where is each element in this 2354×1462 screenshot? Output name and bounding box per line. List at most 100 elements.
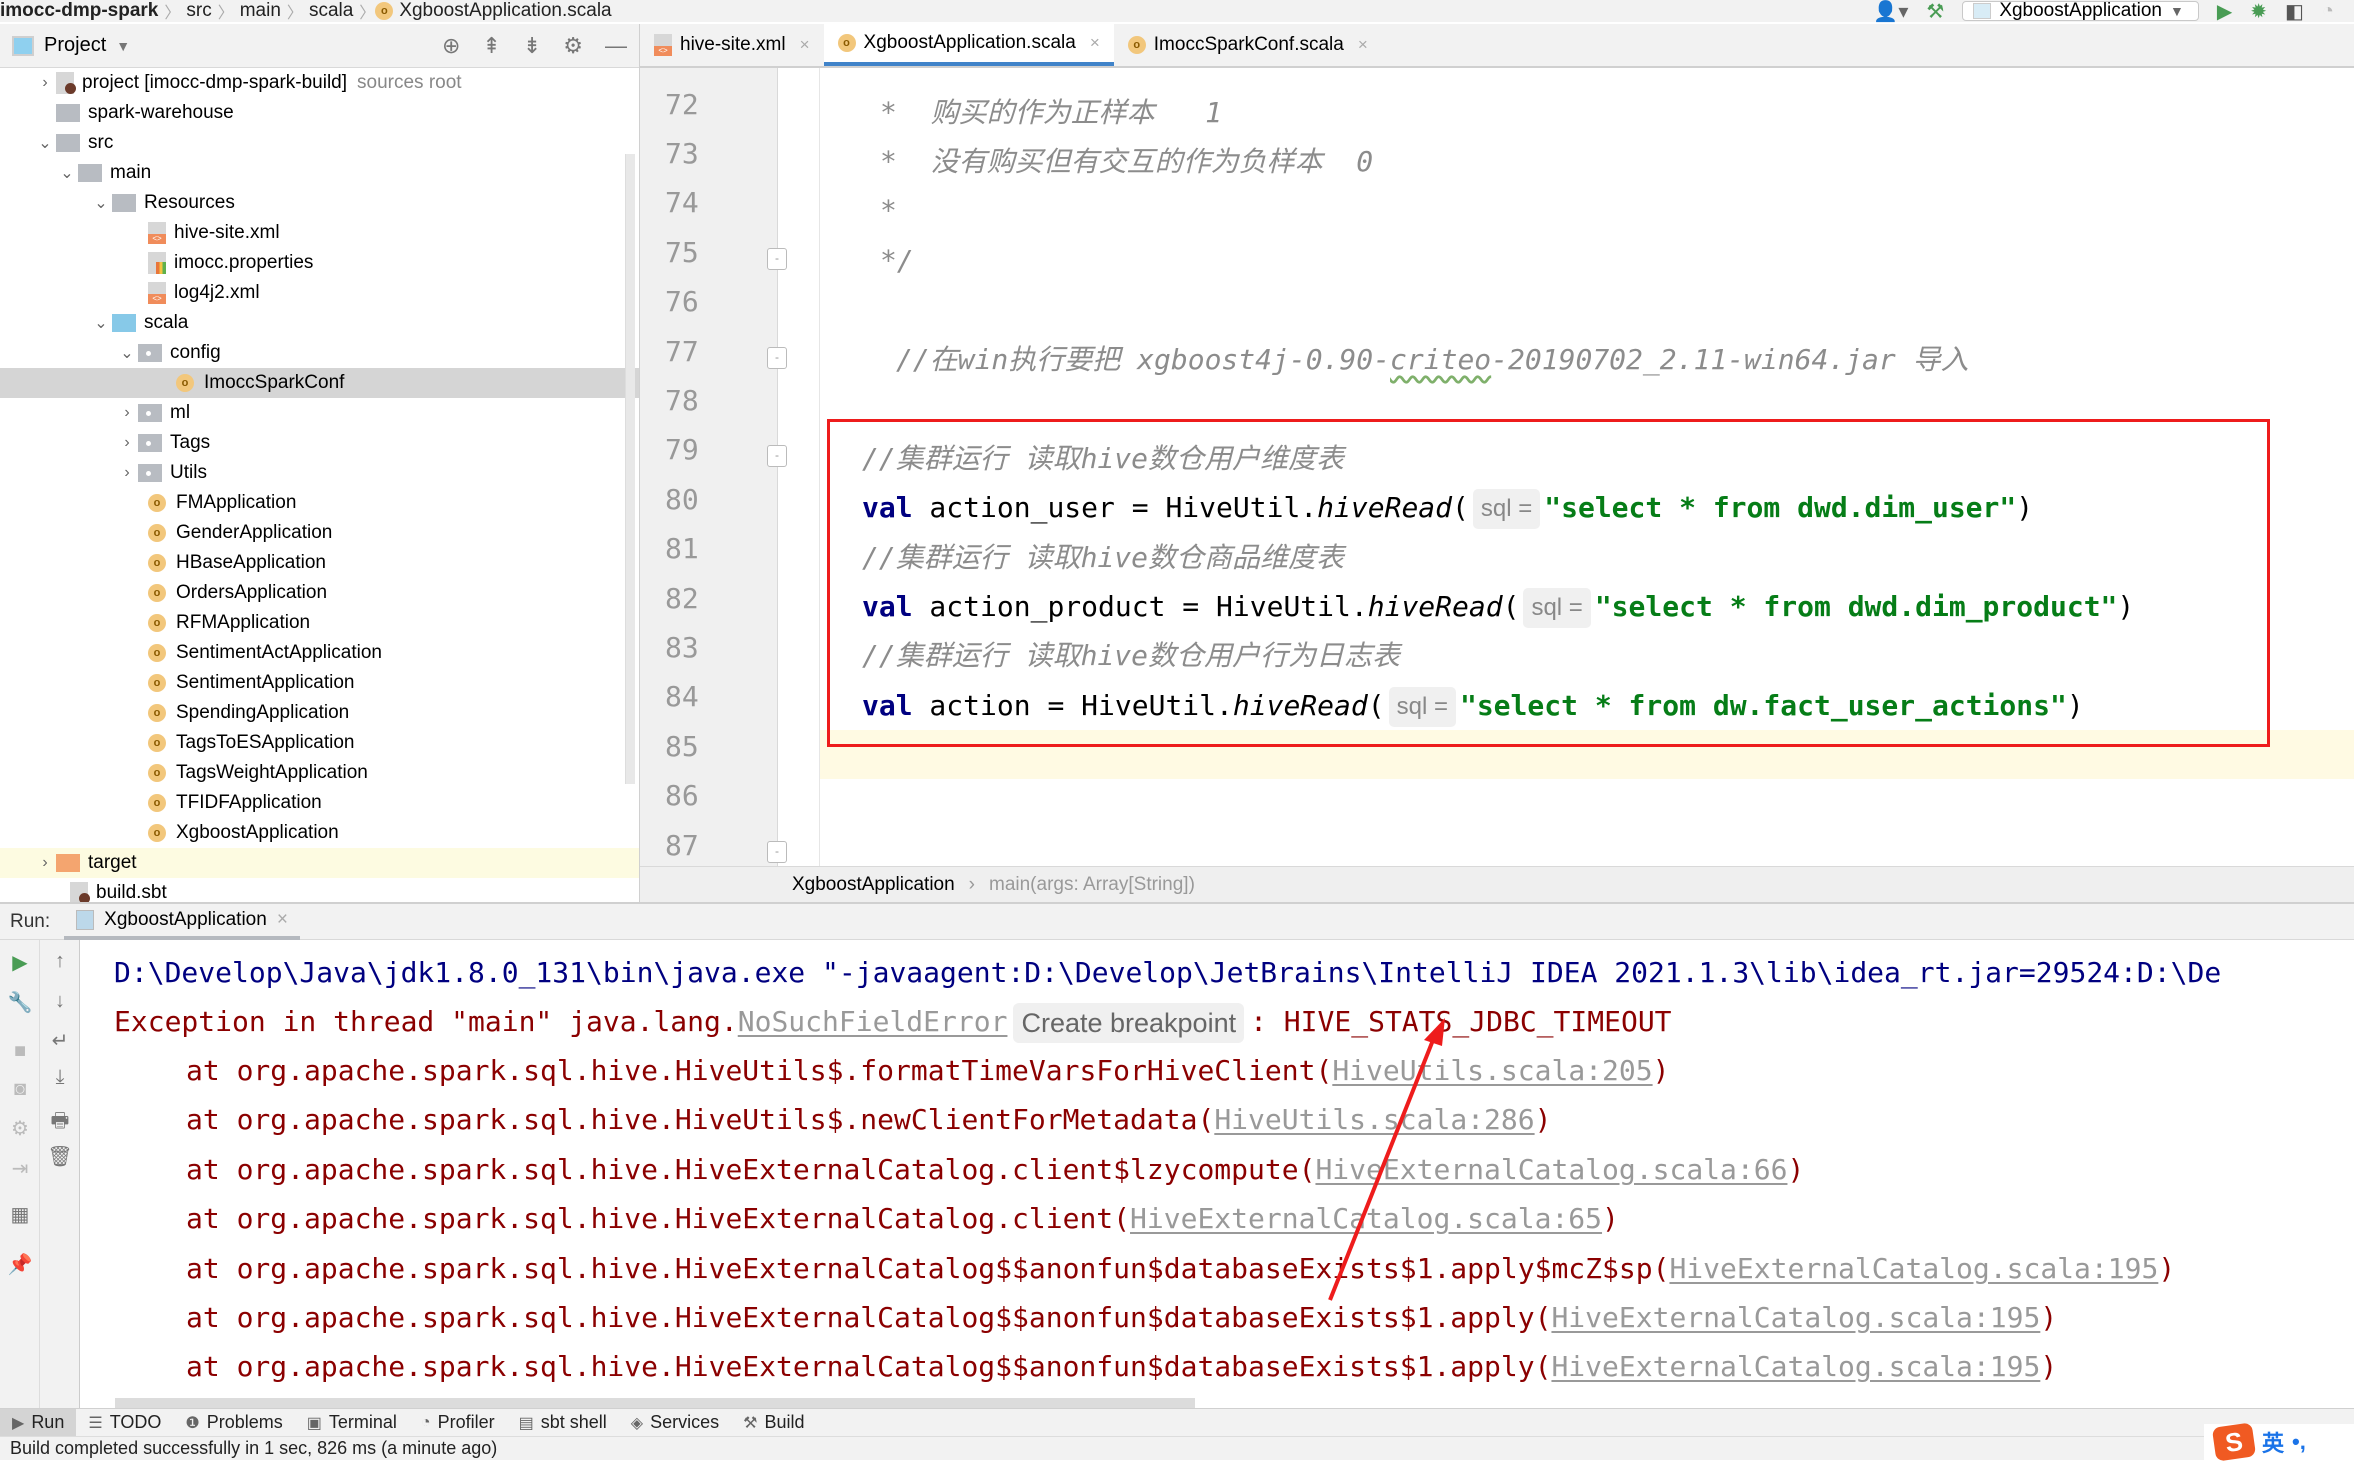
source-link[interactable]: HiveUtils.scala:286 xyxy=(1214,1103,1534,1136)
run-configuration-select[interactable]: XgboostApplication ▼ xyxy=(1962,0,2199,21)
tree-item-hbaseapplication[interactable]: o HBaseApplication xyxy=(0,548,639,578)
breadcrumb-method[interactable]: main(args: Array[String]) xyxy=(989,874,1195,896)
breadcrumb-project[interactable]: imocc-dmp-spark xyxy=(0,0,164,22)
chevron-down-icon[interactable]: ⌄ xyxy=(116,343,138,363)
tree-item-src[interactable]: ⌄ src xyxy=(0,128,639,158)
chevron-right-icon[interactable]: › xyxy=(34,854,56,872)
profile-icon[interactable]: ◔ xyxy=(2322,0,2334,23)
tree-item-spark-warehouse[interactable]: spark-warehouse xyxy=(0,98,639,128)
toolwindow-build[interactable]: ⚒ Build xyxy=(731,1409,816,1437)
tree-item-target[interactable]: › target xyxy=(0,848,639,878)
source-link[interactable]: HiveExternalCatalog.scala:195 xyxy=(1551,1350,2040,1383)
chevron-right-icon[interactable]: › xyxy=(116,464,138,482)
rerun-icon[interactable]: ▶ xyxy=(0,950,40,975)
tree-item-xgboostapplication[interactable]: o XgboostApplication xyxy=(0,818,639,848)
tab-hive-site-xml[interactable]: hive-site.xml × xyxy=(640,24,824,66)
debug-bug-icon[interactable]: ✹ xyxy=(2250,0,2267,24)
exit-icon[interactable]: ⇥ xyxy=(0,1156,40,1181)
chevron-right-icon[interactable]: › xyxy=(116,434,138,452)
tree-item-utils[interactable]: › Utils xyxy=(0,458,639,488)
scroll-to-end-icon[interactable]: ⤓ xyxy=(40,1066,80,1089)
tree-item-log4j2[interactable]: log4j2.xml xyxy=(0,278,639,308)
pin-icon[interactable]: 📌 xyxy=(0,1252,40,1277)
tree-item-sentimentapplication[interactable]: o SentimentApplication xyxy=(0,668,639,698)
arrow-down-icon[interactable]: ↓ xyxy=(40,990,80,1013)
run-icon[interactable]: ▶ xyxy=(2217,0,2232,24)
toolwindow-run[interactable]: ▶ Run xyxy=(0,1408,77,1437)
gear-icon[interactable]: ⚙ xyxy=(563,33,583,59)
typo-highlight[interactable]: criteo xyxy=(1390,343,1491,376)
tree-item-imocc-properties[interactable]: imocc.properties xyxy=(0,248,639,278)
breadcrumb-file[interactable]: XgboostApplication.scala xyxy=(393,0,617,22)
breadcrumb-object[interactable]: XgboostApplication xyxy=(792,874,955,896)
collapse-all-icon[interactable]: ⇟ xyxy=(523,33,541,59)
trash-icon[interactable]: 🗑 xyxy=(40,1144,80,1169)
project-scrollbar[interactable] xyxy=(625,154,635,784)
close-icon[interactable]: × xyxy=(800,35,810,55)
breadcrumb-src[interactable]: src xyxy=(180,0,217,22)
source-link[interactable]: HiveExternalCatalog.scala:195 xyxy=(1669,1252,2158,1285)
stop-icon[interactable]: ■ xyxy=(0,1040,40,1063)
chevron-right-icon[interactable]: › xyxy=(34,74,56,92)
create-breakpoint-hint[interactable]: Create breakpoint xyxy=(1013,1003,1245,1043)
soft-wrap-icon[interactable]: ↵ xyxy=(40,1028,80,1053)
tab-xgboostapplication-scala[interactable]: o XgboostApplication.scala × xyxy=(823,24,1114,66)
toolwindow-services[interactable]: ◈ Services xyxy=(619,1409,731,1437)
toolwindow-todo[interactable]: ☰ TODO xyxy=(76,1409,173,1437)
fold-marker-icon[interactable]: - xyxy=(767,347,787,369)
tree-item-project[interactable]: › project [imocc-dmp-spark-build] sources … xyxy=(0,68,639,98)
tree-item-rfmapplication[interactable]: o RFMApplication xyxy=(0,608,639,638)
console-output[interactable]: D:\Develop\Java\jdk1.8.0_131\bin\java.ex… xyxy=(88,940,2354,1400)
ime-language[interactable]: 英 xyxy=(2262,1426,2284,1458)
tree-item-genderapplication[interactable]: o GenderApplication xyxy=(0,518,639,548)
chevron-down-icon[interactable]: ⌄ xyxy=(34,133,56,153)
tree-item-fmapplication[interactable]: o FMApplication xyxy=(0,488,639,518)
sogou-ime-logo-icon[interactable]: S xyxy=(2211,1422,2257,1462)
chevron-right-icon[interactable]: › xyxy=(116,404,138,422)
source-link[interactable]: HiveUtils.scala:205 xyxy=(1332,1054,1652,1087)
ime-punctuation[interactable]: •, xyxy=(2292,1429,2306,1455)
chevron-down-icon[interactable]: ⌄ xyxy=(56,163,78,183)
fold-marker-icon[interactable]: - xyxy=(767,841,787,863)
tree-item-ordersapplication[interactable]: o OrdersApplication xyxy=(0,578,639,608)
project-view-title[interactable]: Project xyxy=(44,34,106,57)
fold-marker-icon[interactable]: - xyxy=(767,445,787,467)
tree-item-resources[interactable]: ⌄ Resources xyxy=(0,188,639,218)
close-icon[interactable]: × xyxy=(277,909,288,931)
breadcrumb-main[interactable]: main xyxy=(234,0,287,22)
run-tab-xgboostapplication[interactable]: XgboostApplication × xyxy=(64,903,300,940)
user-icon[interactable]: 👤▾ xyxy=(1873,0,1908,24)
tree-item-scala[interactable]: ⌄ scala xyxy=(0,308,639,338)
toolwindow-problems[interactable]: ❶ Problems xyxy=(173,1409,294,1437)
close-icon[interactable]: × xyxy=(1090,33,1100,53)
breadcrumb-scala[interactable]: scala xyxy=(303,0,359,22)
close-icon[interactable]: × xyxy=(1358,35,1368,55)
tree-item-tagsweightapplication[interactable]: o TagsWeightApplication xyxy=(0,758,639,788)
source-link[interactable]: HiveExternalCatalog.scala:195 xyxy=(1551,1301,2040,1334)
tree-item-spendingapplication[interactable]: o SpendingApplication xyxy=(0,698,639,728)
chevron-down-icon[interactable]: ▼ xyxy=(116,38,130,54)
wrench-icon[interactable]: 🔧 xyxy=(0,990,40,1015)
tree-item-ml[interactable]: › ml xyxy=(0,398,639,428)
console-horizontal-scrollbar[interactable] xyxy=(115,1398,1195,1408)
tree-item-tagstoesapplication[interactable]: o TagsToESApplication xyxy=(0,728,639,758)
fold-marker-icon[interactable]: - xyxy=(767,248,787,270)
toolwindow-sbt-shell[interactable]: ▤ sbt shell xyxy=(507,1409,619,1437)
chevron-down-icon[interactable]: ⌄ xyxy=(90,193,112,213)
restore-layout-icon[interactable]: ⚙ xyxy=(0,1116,40,1141)
toolwindow-profiler[interactable]: ◔ Profiler xyxy=(409,1409,507,1437)
tree-item-hive-site[interactable]: hive-site.xml xyxy=(0,218,639,248)
coverage-icon[interactable]: ◧ xyxy=(2285,0,2304,24)
tree-item-config[interactable]: ⌄ config xyxy=(0,338,639,368)
hide-icon[interactable]: — xyxy=(605,33,627,59)
tree-item-main[interactable]: ⌄ main xyxy=(0,158,639,188)
tree-item-sentimentactapplication[interactable]: o SentimentActApplication xyxy=(0,638,639,668)
tree-item-tags[interactable]: › Tags xyxy=(0,428,639,458)
tree-item-tfidfapplication[interactable]: o TFIDFApplication xyxy=(0,788,639,818)
tree-item-imoccsparkconf[interactable]: o ImoccSparkConf xyxy=(0,368,639,398)
expand-all-icon[interactable]: ⇞ xyxy=(482,33,500,59)
source-link[interactable]: HiveExternalCatalog.scala:65 xyxy=(1130,1202,1602,1235)
arrow-up-icon[interactable]: ↑ xyxy=(40,950,80,973)
source-link[interactable]: HiveExternalCatalog.scala:66 xyxy=(1315,1153,1787,1186)
build-hammer-icon[interactable]: ⚒ xyxy=(1926,0,1944,24)
